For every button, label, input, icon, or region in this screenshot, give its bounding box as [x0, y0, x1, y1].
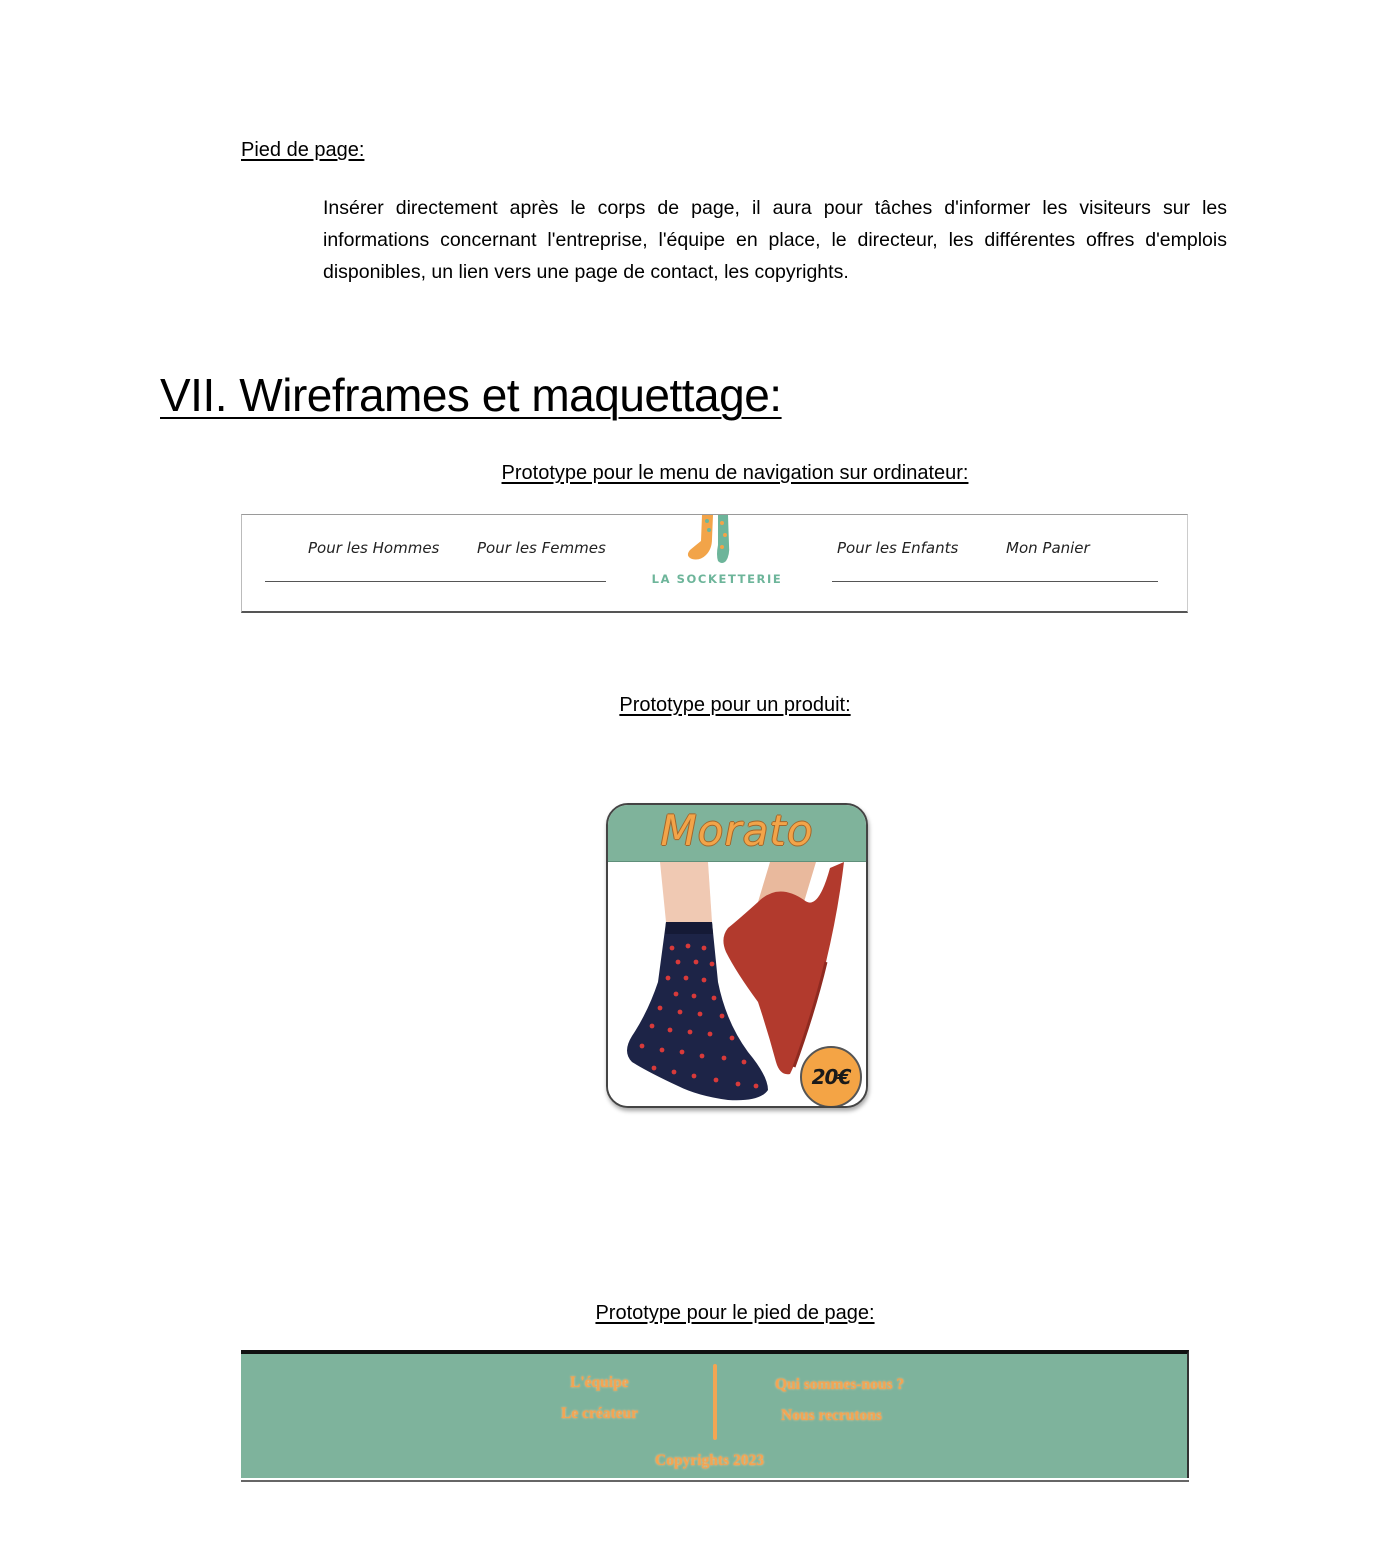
footer-divider	[713, 1364, 717, 1440]
footer-section-heading: Pied de page:	[241, 139, 365, 161]
footer-prototype: L'équipe Le créateur Qui sommes-nous ? N…	[241, 1350, 1189, 1478]
product-prototype-caption: Prototype pour un produit:	[243, 694, 1227, 717]
product-card[interactable]: Morato 20€	[606, 803, 868, 1108]
footer-prototype-caption: Prototype pour le pied de page:	[243, 1302, 1227, 1325]
nav-underline-left	[265, 581, 606, 582]
product-price: 20€	[811, 1065, 852, 1089]
nav-link-hommes[interactable]: Pour les Hommes	[308, 539, 439, 557]
footer-link-createur[interactable]: Le créateur	[561, 1405, 638, 1423]
footer-bottom-rule	[241, 1480, 1189, 1482]
section-title: VII. Wireframes et maquettage:	[160, 369, 782, 421]
product-card-header: Morato	[608, 805, 866, 862]
footer-link-nous-recrutons[interactable]: Nous recrutons	[781, 1407, 882, 1425]
product-name: Morato	[660, 806, 814, 855]
brand-name[interactable]: LA SOCKETTERIE	[642, 572, 792, 586]
footer-link-equipe[interactable]: L'équipe	[570, 1374, 629, 1392]
nav-prototype-caption-text: Prototype pour le menu de navigation sur…	[501, 462, 969, 484]
footer-prototype-caption-text: Prototype pour le pied de page:	[595, 1302, 875, 1324]
product-prototype-caption-text: Prototype pour un produit:	[619, 694, 851, 716]
nav-prototype: Pour les Hommes Pour les Femmes Pour les…	[241, 514, 1188, 613]
footer-section-description: Insérer directement après le corps de pa…	[323, 197, 1227, 283]
footer-link-qui-sommes-nous[interactable]: Qui sommes-nous ?	[775, 1376, 904, 1394]
nav-underline-right	[832, 581, 1158, 582]
nav-prototype-caption: Prototype pour le menu de navigation sur…	[243, 462, 1227, 485]
nav-link-panier[interactable]: Mon Panier	[1006, 539, 1090, 557]
price-badge: 20€	[800, 1046, 862, 1106]
socks-logo-icon[interactable]	[682, 515, 752, 567]
footer-copyright: Copyrights 2023	[655, 1452, 764, 1469]
nav-link-femmes[interactable]: Pour les Femmes	[477, 539, 606, 557]
nav-link-enfants[interactable]: Pour les Enfants	[837, 539, 958, 557]
